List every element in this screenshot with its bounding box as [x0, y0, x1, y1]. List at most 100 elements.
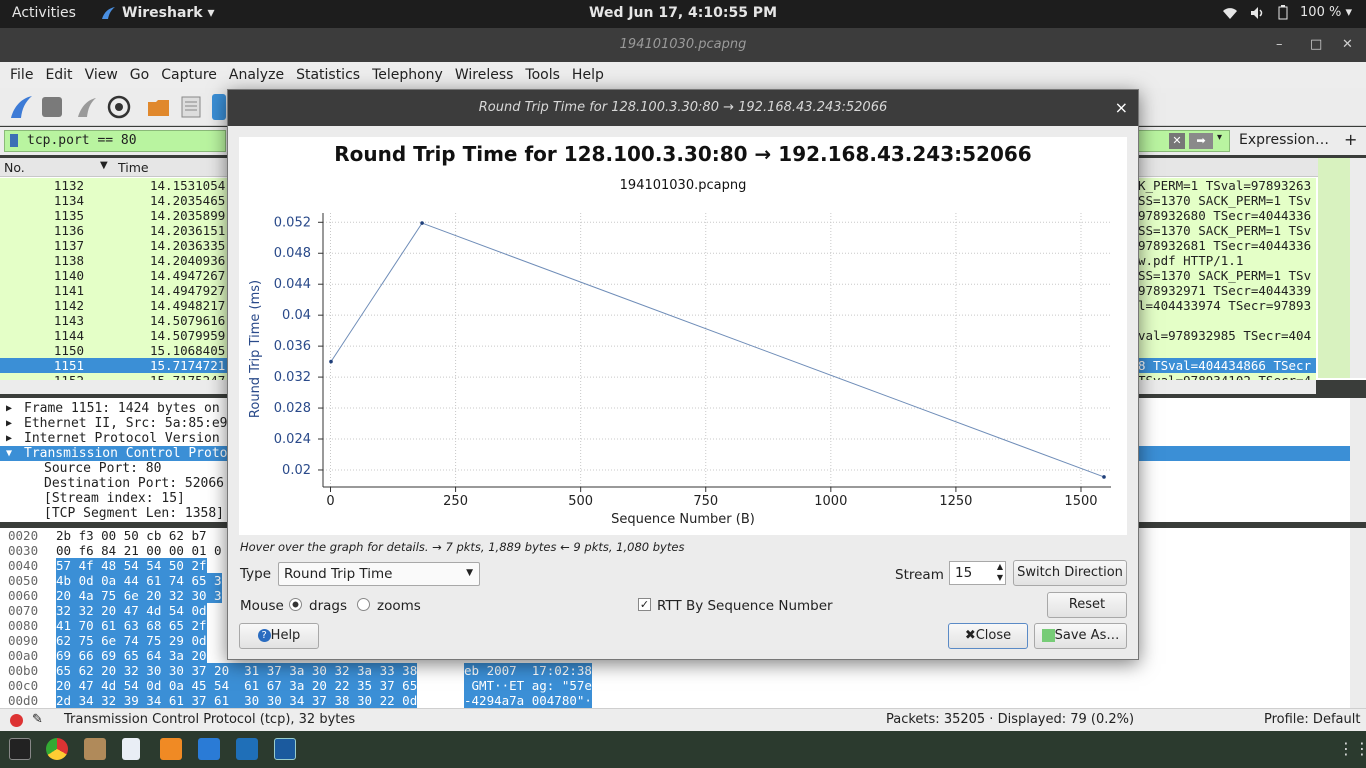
- outlook-icon[interactable]: [236, 738, 258, 760]
- packet-time: 14.4947927: [150, 283, 226, 298]
- rtt-graph[interactable]: Round Trip Time for 128.100.3.30:80 → 19…: [239, 137, 1127, 535]
- wireshark-dock-icon[interactable]: [274, 738, 296, 760]
- app-grid-icon[interactable]: ⋮⋮: [1338, 739, 1366, 758]
- display-filter-input[interactable]: tcp.port == 80: [4, 130, 226, 152]
- byte-hex[interactable]: 20 4a 75 6e 20 32 30 3: [56, 588, 222, 603]
- byte-hex[interactable]: 65 62 20 32 30 30 37 20 31 37 3a 30 32 3…: [56, 663, 418, 678]
- reset-button[interactable]: Reset: [1047, 592, 1127, 618]
- detail-text: Internet Protocol Version: [24, 431, 220, 446]
- rtt-seq-checkbox[interactable]: ✓: [638, 598, 651, 611]
- column-no[interactable]: No.: [4, 160, 25, 175]
- stream-value: 15: [955, 565, 973, 581]
- edit-comment-icon[interactable]: ✎: [32, 709, 43, 731]
- byte-ascii[interactable]: -4294a7a 004780"·: [464, 693, 592, 708]
- menu-statistics[interactable]: Statistics: [290, 67, 366, 83]
- files-icon[interactable]: [84, 738, 106, 760]
- y-tick-label: 0.036: [274, 339, 311, 354]
- app-menu[interactable]: Wireshark ▾: [100, 5, 215, 21]
- menu-tools[interactable]: Tools: [519, 67, 566, 83]
- close-file-icon[interactable]: [212, 94, 226, 120]
- packet-info: SS=1370 SACK_PERM=1 TSv: [1138, 193, 1312, 208]
- zooms-radio[interactable]: [357, 598, 370, 611]
- restart-capture-icon[interactable]: [74, 94, 100, 120]
- expert-info-icon[interactable]: [10, 714, 23, 727]
- packet-info: w.pdf HTTP/1.1: [1138, 253, 1244, 268]
- byte-hex[interactable]: 2b f3 00 50 cb 62 b7: [56, 528, 207, 543]
- help-button[interactable]: ? Help: [239, 623, 319, 649]
- apply-filter-icon[interactable]: ➡: [1189, 133, 1213, 149]
- save-as-button[interactable]: Save As…: [1034, 623, 1127, 649]
- open-file-icon[interactable]: [146, 94, 172, 120]
- close-button[interactable]: ✖Close: [948, 623, 1028, 649]
- packet-time: 14.2040936: [150, 253, 226, 268]
- type-select[interactable]: Round Trip Time ▼: [278, 562, 480, 586]
- menu-file[interactable]: File: [4, 67, 39, 83]
- detail-text: [Stream index: 15]: [44, 491, 185, 506]
- menu-go[interactable]: Go: [124, 67, 155, 83]
- chart-grid: [323, 213, 1111, 487]
- maximize-icon[interactable]: □: [1310, 28, 1322, 62]
- details-scrollbar[interactable]: [1350, 398, 1366, 522]
- bytes-scrollbar[interactable]: [1350, 528, 1366, 708]
- byte-hex[interactable]: 20 47 4d 54 0d 0a 45 54 61 67 3a 20 22 3…: [56, 678, 418, 693]
- byte-offset: 00d0: [8, 693, 39, 708]
- byte-hex[interactable]: 32 32 20 47 4d 54 0d: [56, 603, 207, 618]
- byte-hex[interactable]: 57 4f 48 54 54 50 2f: [56, 558, 207, 573]
- expand-arrow-icon[interactable]: ▶: [6, 431, 12, 446]
- sort-desc-icon: ▼: [100, 160, 108, 171]
- start-capture-icon[interactable]: [8, 94, 34, 120]
- menu-wireless[interactable]: Wireless: [449, 67, 520, 83]
- chrome-icon[interactable]: [46, 738, 68, 760]
- rtt-dialog: Round Trip Time for 128.100.3.30:80 → 19…: [227, 89, 1139, 660]
- switch-direction-button[interactable]: Switch Direction: [1013, 560, 1127, 586]
- expand-arrow-icon[interactable]: ▶: [6, 416, 12, 431]
- packet-minimap[interactable]: [1318, 158, 1350, 378]
- packet-info: 978932681 TSecr=4044336: [1138, 238, 1312, 253]
- byte-hex[interactable]: 41 70 61 63 68 65 2f: [56, 618, 207, 633]
- byte-hex[interactable]: 2d 34 32 39 34 61 37 61 30 30 34 37 38 3…: [56, 693, 418, 708]
- filter-history-icon[interactable]: ▾: [1217, 132, 1222, 143]
- byte-hex[interactable]: 69 66 69 65 64 3a 20: [56, 648, 207, 663]
- menu-edit[interactable]: Edit: [39, 67, 78, 83]
- clear-filter-icon[interactable]: ✕: [1169, 133, 1185, 149]
- capture-options-icon[interactable]: [106, 94, 132, 120]
- expand-arrow-icon[interactable]: ▶: [6, 401, 12, 416]
- menu-capture[interactable]: Capture: [155, 67, 223, 83]
- detail-text: Frame 1151: 1424 bytes on: [24, 401, 220, 416]
- y-axis-label: Round Trip Time (ms): [248, 280, 263, 418]
- packet-list-scrollbar[interactable]: [1350, 158, 1366, 378]
- menu-analyze[interactable]: Analyze: [223, 67, 290, 83]
- minimize-icon[interactable]: –: [1276, 28, 1283, 62]
- bookmark-icon[interactable]: [10, 134, 18, 147]
- save-file-icon[interactable]: [178, 94, 204, 120]
- stop-capture-icon[interactable]: [42, 97, 62, 117]
- menu-help[interactable]: Help: [566, 67, 610, 83]
- expression-button[interactable]: Expression…: [1239, 132, 1329, 148]
- system-tray[interactable]: 100 % ▾: [1222, 5, 1352, 20]
- packet-info: SS=1370 SACK_PERM=1 TSv: [1138, 223, 1312, 238]
- drags-radio[interactable]: [289, 598, 302, 611]
- terminal-icon[interactable]: [9, 738, 31, 760]
- vscode-icon[interactable]: [198, 738, 220, 760]
- window-close-icon[interactable]: ✕: [1342, 28, 1353, 62]
- stream-spinbox[interactable]: 15 ▲ ▼: [949, 561, 1006, 585]
- expand-arrow-icon[interactable]: ▼: [6, 446, 12, 461]
- help-icon: ?: [257, 629, 271, 642]
- byte-hex[interactable]: 4b 0d 0a 44 61 74 65 3: [56, 573, 222, 588]
- spin-up-icon[interactable]: ▲: [997, 562, 1003, 571]
- byte-hex[interactable]: 62 75 6e 74 75 29 0d: [56, 633, 207, 648]
- activities-button[interactable]: Activities: [12, 5, 76, 21]
- byte-hex[interactable]: 00 f6 84 21 00 00 01 0: [56, 543, 222, 558]
- menu-telephony[interactable]: Telephony: [366, 67, 449, 83]
- sublime-text-icon[interactable]: [160, 738, 182, 760]
- dialog-close-icon[interactable]: ×: [1115, 90, 1128, 126]
- byte-ascii[interactable]: GMT··ET ag: "57e: [464, 678, 592, 693]
- spin-down-icon[interactable]: ▼: [997, 573, 1003, 582]
- byte-ascii[interactable]: eb 2007 17:02:38: [464, 663, 592, 678]
- filter-input-end[interactable]: ✕ ➡ ▾: [1138, 130, 1230, 152]
- add-filter-button[interactable]: +: [1344, 130, 1357, 149]
- column-time[interactable]: Time: [118, 160, 149, 175]
- profile-label[interactable]: Profile: Default: [1264, 709, 1360, 731]
- menu-view[interactable]: View: [79, 67, 124, 83]
- document-icon[interactable]: [122, 738, 140, 760]
